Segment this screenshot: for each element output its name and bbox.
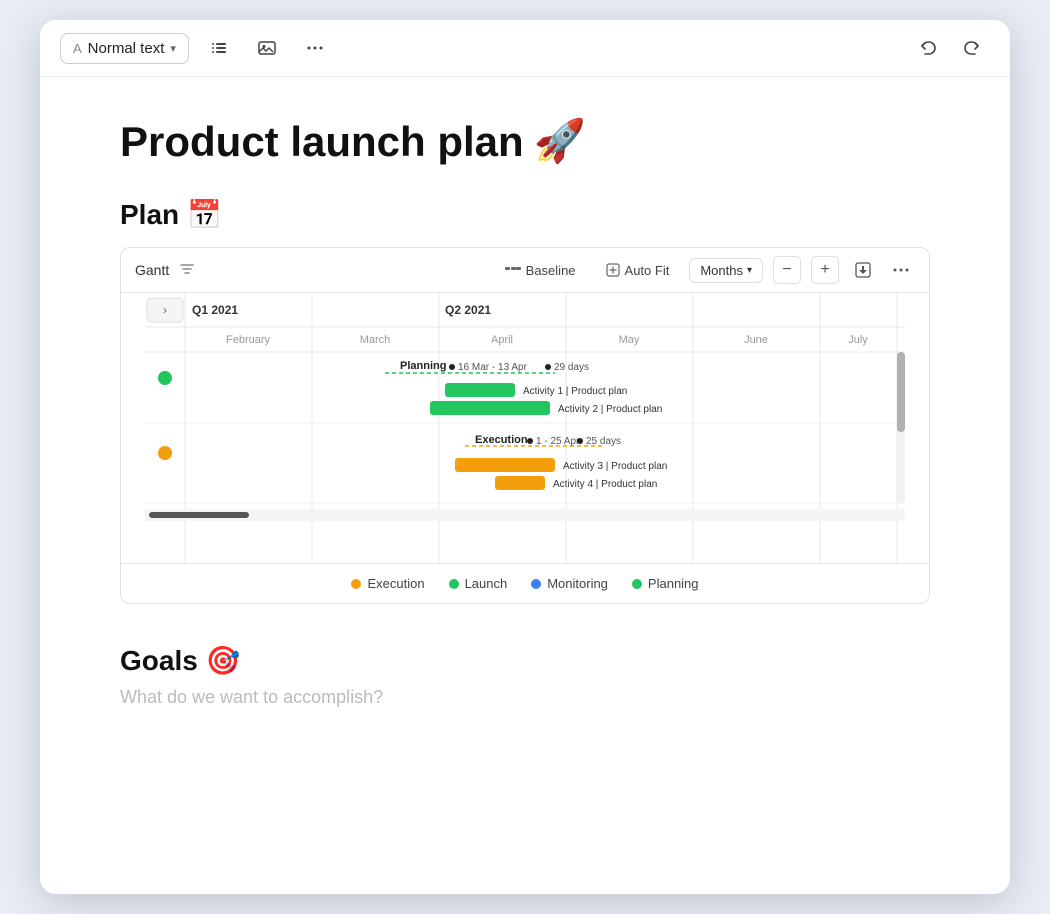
autofit-button[interactable]: Auto Fit <box>596 259 680 282</box>
export-button[interactable] <box>849 256 877 284</box>
launch-label: Launch <box>465 576 508 591</box>
planning-dot <box>632 579 642 589</box>
goals-title: Goals 🎯 <box>120 644 930 677</box>
monitoring-dot <box>531 579 541 589</box>
svg-text:1 - 25 Apr: 1 - 25 Apr <box>536 436 580 447</box>
image-icon <box>257 38 277 58</box>
goals-emoji: 🎯 <box>206 645 241 676</box>
gantt-more-button[interactable] <box>887 256 915 284</box>
undo-button[interactable] <box>910 30 946 66</box>
title-emoji: 🚀 <box>534 117 586 166</box>
legend-item-monitoring: Monitoring <box>531 576 608 591</box>
svg-text:April: April <box>491 334 513 346</box>
svg-text:July: July <box>848 334 868 346</box>
toolbar: A Normal text ▾ <box>40 20 1010 77</box>
baseline-label: Baseline <box>526 263 576 278</box>
chevron-down-icon: ▾ <box>747 265 752 276</box>
app-container: A Normal text ▾ <box>40 20 1010 894</box>
gantt-svg: › Q1 2021 Q2 2021 February March April M… <box>121 293 929 563</box>
text-format-icon: A <box>73 41 82 56</box>
svg-text:Activity 1 | Product plan: Activity 1 | Product plan <box>523 386 627 397</box>
filter-icon[interactable] <box>179 261 195 280</box>
zoom-in-icon: + <box>820 261 829 279</box>
plan-emoji: 📅 <box>187 198 222 231</box>
months-dropdown[interactable]: Months ▾ <box>689 258 763 283</box>
gantt-chart: › Q1 2021 Q2 2021 February March April M… <box>121 293 929 563</box>
planning-label: Planning <box>648 576 699 591</box>
list-icon-button[interactable] <box>201 30 237 66</box>
redo-button[interactable] <box>954 30 990 66</box>
legend-item-launch: Launch <box>449 576 508 591</box>
text-format-button[interactable]: A Normal text ▾ <box>60 33 189 64</box>
gantt-legend: Execution Launch Monitoring Planning <box>121 563 929 603</box>
svg-text:February: February <box>226 334 271 346</box>
autofit-label: Auto Fit <box>625 263 670 278</box>
svg-text:Q2 2021: Q2 2021 <box>445 303 491 317</box>
svg-text:Execution: Execution <box>475 434 528 446</box>
svg-text:March: March <box>360 334 391 346</box>
export-icon <box>854 261 872 279</box>
baseline-button[interactable]: Baseline <box>495 259 586 282</box>
goals-placeholder[interactable]: What do we want to accomplish? <box>120 687 930 708</box>
svg-text:Q1 2021: Q1 2021 <box>192 303 238 317</box>
svg-text:›: › <box>163 303 167 317</box>
content: Product launch plan 🚀 Plan 📅 Gantt <box>40 77 1010 894</box>
gantt-wrapper: Gantt Baseline <box>120 247 930 604</box>
zoom-out-button[interactable]: − <box>773 256 801 284</box>
toolbar-right <box>910 30 990 66</box>
more-icon-button[interactable] <box>297 30 333 66</box>
list-icon <box>209 38 229 58</box>
chevron-down-icon: ▾ <box>170 42 176 55</box>
redo-icon <box>962 38 982 58</box>
execution-dot <box>351 579 361 589</box>
svg-text:June: June <box>744 334 768 346</box>
page-title: Product launch plan 🚀 <box>120 117 930 166</box>
svg-text:Activity 3 | Product plan: Activity 3 | Product plan <box>563 461 667 472</box>
svg-text:Activity 4 | Product plan: Activity 4 | Product plan <box>553 479 657 490</box>
svg-text:25 days: 25 days <box>586 436 621 447</box>
svg-text:May: May <box>619 334 640 346</box>
autofit-icon <box>606 263 620 277</box>
execution-label: Execution <box>367 576 424 591</box>
legend-item-execution: Execution <box>351 576 424 591</box>
more-icon <box>305 38 325 58</box>
svg-text:16 Mar - 13 Apr: 16 Mar - 13 Apr <box>458 362 528 373</box>
svg-text:Activity 2 | Product plan: Activity 2 | Product plan <box>558 404 662 415</box>
zoom-in-button[interactable]: + <box>811 256 839 284</box>
launch-dot <box>449 579 459 589</box>
svg-text:Planning: Planning <box>400 360 446 372</box>
monitoring-label: Monitoring <box>547 576 608 591</box>
gantt-toolbar: Gantt Baseline <box>121 248 929 293</box>
gantt-label: Gantt <box>135 262 169 278</box>
svg-text:29 days: 29 days <box>554 362 589 373</box>
months-label: Months <box>700 263 743 278</box>
baseline-icon <box>505 264 521 276</box>
plan-section-title: Plan 📅 <box>120 198 930 231</box>
zoom-out-icon: − <box>782 261 791 279</box>
gantt-more-icon <box>892 261 910 279</box>
undo-icon <box>918 38 938 58</box>
text-format-label: Normal text <box>88 40 165 57</box>
legend-item-planning: Planning <box>632 576 699 591</box>
image-icon-button[interactable] <box>249 30 285 66</box>
